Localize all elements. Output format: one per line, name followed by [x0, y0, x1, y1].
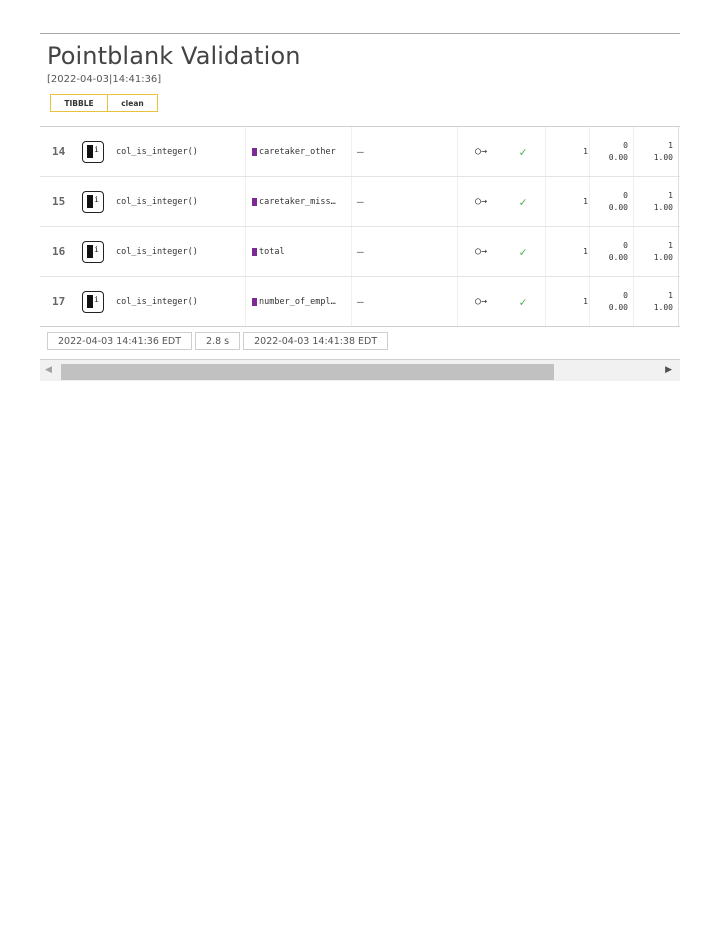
pass-count: 0 — [623, 240, 628, 250]
fail-cell: 1 1.00 — [635, 277, 673, 326]
column-name-text: total — [259, 246, 285, 257]
eval-check-icon: ✓ — [519, 144, 527, 159]
values-cell: — — [357, 245, 364, 258]
column-name: total — [252, 227, 352, 276]
values-cell: — — [357, 145, 364, 158]
info-button[interactable]: i — [82, 227, 108, 276]
scroll-right-icon[interactable]: ▶ — [665, 365, 672, 375]
fail-cell: 1 1.00 — [635, 127, 673, 176]
column-name-text: number_of_empl… — [259, 296, 336, 307]
fail-count: 1 — [668, 290, 673, 300]
column-name: caretaker_miss… — [252, 177, 352, 226]
column-name: number_of_empl… — [252, 277, 352, 326]
values-cell: — — [357, 295, 364, 308]
values-cell: — — [357, 195, 364, 208]
step-number: 15 — [52, 195, 66, 208]
units-cell: 1 — [583, 247, 588, 256]
validation-table: 14 i col_is_integer() caretaker_other — … — [40, 126, 680, 327]
horizontal-scrollbar[interactable]: ◀ ▶ — [40, 359, 680, 381]
pass-cell: 0 0.00 — [594, 127, 628, 176]
pass-fraction: 0.00 — [608, 202, 628, 212]
eval-check-icon: ✓ — [519, 294, 527, 309]
info-button[interactable]: i — [82, 127, 108, 176]
units-cell: 1 — [583, 197, 588, 206]
info-button[interactable]: i — [82, 177, 108, 226]
column-name-text: caretaker_other — [259, 146, 336, 157]
units-cell: 1 — [583, 297, 588, 306]
pass-fraction: 0.00 — [608, 302, 628, 312]
pass-fraction: 0.00 — [608, 252, 628, 262]
start-time: 2022-04-03 14:41:36 EDT — [47, 332, 193, 350]
table-row: 14 i col_is_integer() caretaker_other — … — [40, 127, 680, 177]
report-header: Pointblank Validation [2022-04-03|14:41:… — [40, 33, 680, 112]
table-footer: 2022-04-03 14:41:36 EDT 2.8 s 2022-04-03… — [40, 332, 680, 356]
fail-fraction: 1.00 — [653, 302, 673, 312]
column-name: caretaker_other — [252, 127, 352, 176]
table-row: 17 i col_is_integer() number_of_empl… — … — [40, 277, 680, 327]
precondition-icon: ○→ — [474, 246, 488, 257]
duration: 2.8 s — [195, 332, 241, 350]
pass-cell: 0 0.00 — [594, 227, 628, 276]
eval-check-icon: ✓ — [519, 244, 527, 259]
column-swatch-icon — [252, 247, 257, 256]
fail-count: 1 — [668, 190, 673, 200]
fail-count: 1 — [668, 240, 673, 250]
pass-count: 0 — [623, 140, 628, 150]
col-is-integer-icon: i — [82, 190, 104, 213]
table-type-badge: TIBBLE — [50, 94, 108, 112]
validation-function: col_is_integer() — [116, 146, 198, 157]
precondition-icon: ○→ — [474, 196, 488, 207]
pass-cell: 0 0.00 — [594, 177, 628, 226]
column-swatch-icon — [252, 147, 257, 156]
column-swatch-icon — [252, 297, 257, 306]
end-time: 2022-04-03 14:41:38 EDT — [243, 332, 389, 350]
col-is-integer-icon: i — [82, 290, 104, 313]
fail-count: 1 — [668, 140, 673, 150]
step-number: 16 — [52, 245, 66, 258]
column-swatch-icon — [252, 197, 257, 206]
step-number: 17 — [52, 295, 66, 308]
table-name-badge: clean — [108, 94, 158, 112]
col-is-integer-icon: i — [82, 140, 104, 163]
table-row: 16 i col_is_integer() total — ○→ ✓ 1 0 0.… — [40, 227, 680, 277]
col-is-integer-icon: i — [82, 240, 104, 263]
pass-count: 0 — [623, 190, 628, 200]
fail-fraction: 1.00 — [653, 202, 673, 212]
scroll-left-icon[interactable]: ◀ — [45, 365, 52, 375]
fail-fraction: 1.00 — [653, 152, 673, 162]
fail-cell: 1 1.00 — [635, 227, 673, 276]
pass-cell: 0 0.00 — [594, 277, 628, 326]
pass-fraction: 0.00 — [608, 152, 628, 162]
pass-count: 0 — [623, 290, 628, 300]
precondition-icon: ○→ — [474, 296, 488, 307]
info-button[interactable]: i — [82, 277, 108, 326]
scrollbar-thumb[interactable] — [61, 364, 554, 380]
validation-function: col_is_integer() — [116, 246, 198, 257]
units-cell: 1 — [583, 147, 588, 156]
header-rule — [40, 33, 680, 34]
precondition-icon: ○→ — [474, 146, 488, 157]
report-timestamp: [2022-04-03|14:41:36] — [47, 74, 162, 85]
validation-function: col_is_integer() — [116, 296, 198, 307]
column-name-text: caretaker_miss… — [259, 196, 336, 207]
table-badges: TIBBLE clean — [50, 94, 680, 112]
validation-function: col_is_integer() — [116, 196, 198, 207]
fail-cell: 1 1.00 — [635, 177, 673, 226]
step-number: 14 — [52, 145, 66, 158]
fail-fraction: 1.00 — [653, 252, 673, 262]
table-row: 15 i col_is_integer() caretaker_miss… — … — [40, 177, 680, 227]
eval-check-icon: ✓ — [519, 194, 527, 209]
page-title: Pointblank Validation — [47, 42, 301, 70]
